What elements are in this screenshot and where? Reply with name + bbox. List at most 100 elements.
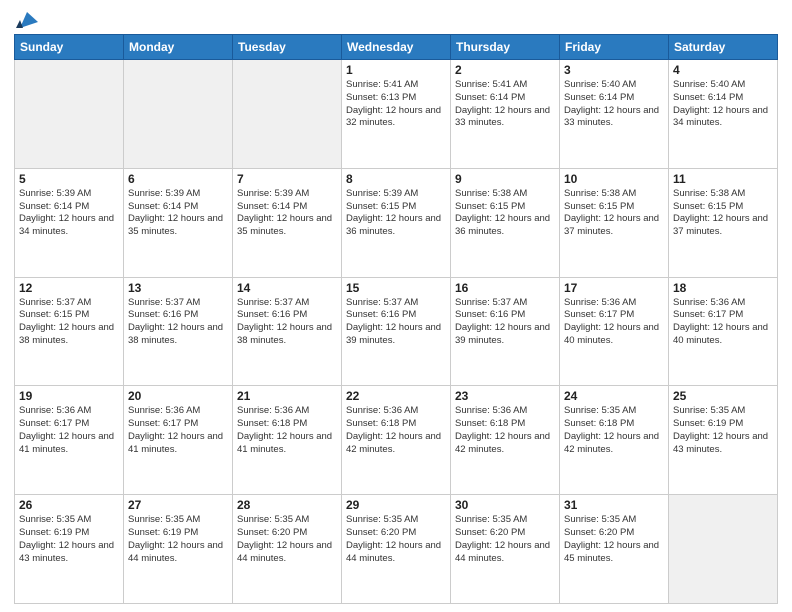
day-info: Sunrise: 5:41 AM Sunset: 6:14 PM Dayligh… [455, 79, 555, 130]
day-info: Sunrise: 5:38 AM Sunset: 6:15 PM Dayligh… [673, 188, 773, 239]
day-number: 26 [19, 498, 119, 512]
day-info: Sunrise: 5:39 AM Sunset: 6:14 PM Dayligh… [237, 188, 337, 239]
calendar-cell: 5 Sunrise: 5:39 AM Sunset: 6:14 PM Daylig… [15, 168, 124, 277]
calendar-cell: 30Sunrise: 5:35 AM Sunset: 6:20 PM Dayli… [451, 495, 560, 604]
weekday-header-monday: Monday [124, 35, 233, 60]
weekday-header-sunday: Sunday [15, 35, 124, 60]
day-number: 20 [128, 389, 228, 403]
day-info: Sunrise: 5:35 AM Sunset: 6:20 PM Dayligh… [237, 514, 337, 565]
day-number: 12 [19, 281, 119, 295]
calendar-cell: 6 Sunrise: 5:39 AM Sunset: 6:14 PM Daylig… [124, 168, 233, 277]
week-row-4: 26 Sunrise: 5:35 AM Sunset: 6:19 PM Dayli… [15, 495, 778, 604]
day-number: 19 [19, 389, 119, 403]
day-info: Sunrise: 5:39 AM Sunset: 6:14 PM Dayligh… [19, 188, 119, 239]
day-info: Sunrise: 5:39 AM Sunset: 6:14 PM Dayligh… [128, 188, 228, 239]
weekday-header-tuesday: Tuesday [233, 35, 342, 60]
day-number: 5 [19, 172, 119, 186]
calendar-cell: 3 Sunrise: 5:40 AM Sunset: 6:14 PM Daylig… [560, 60, 669, 169]
day-info: Sunrise: 5:39 AM Sunset: 6:15 PM Dayligh… [346, 188, 446, 239]
day-info: Sunrise: 5:36 AM Sunset: 6:18 PM Dayligh… [346, 405, 446, 456]
calendar-cell: 15 Sunrise: 5:37 AM Sunset: 6:16 PM Dayli… [342, 277, 451, 386]
day-info: Sunrise: 5:35 AM Sunset: 6:19 PM Dayligh… [128, 514, 228, 565]
day-number: 21 [237, 389, 337, 403]
day-number: 15 [346, 281, 446, 295]
day-info: Sunrise: 5:38 AM Sunset: 6:15 PM Dayligh… [564, 188, 664, 239]
day-number: 27 [128, 498, 228, 512]
day-info: Sunrise: 5:37 AM Sunset: 6:15 PM Dayligh… [19, 297, 119, 348]
day-info: Sunrise: 5:37 AM Sunset: 6:16 PM Dayligh… [237, 297, 337, 348]
day-number: 6 [128, 172, 228, 186]
calendar-cell: 14 Sunrise: 5:37 AM Sunset: 6:16 PM Dayli… [233, 277, 342, 386]
calendar-cell [233, 60, 342, 169]
day-info: Sunrise: 5:35 AM Sunset: 6:19 PM Dayligh… [673, 405, 773, 456]
day-number: 22 [346, 389, 446, 403]
calendar-cell: 10 Sunrise: 5:38 AM Sunset: 6:15 PM Dayli… [560, 168, 669, 277]
day-info: Sunrise: 5:37 AM Sunset: 6:16 PM Dayligh… [128, 297, 228, 348]
calendar-cell: 23 Sunrise: 5:36 AM Sunset: 6:18 PM Dayli… [451, 386, 560, 495]
logo-icon [16, 10, 38, 30]
calendar-table: SundayMondayTuesdayWednesdayThursdayFrid… [14, 34, 778, 604]
calendar-cell: 16Sunrise: 5:37 AM Sunset: 6:16 PM Dayli… [451, 277, 560, 386]
day-number: 1 [346, 63, 446, 77]
day-info: Sunrise: 5:38 AM Sunset: 6:15 PM Dayligh… [455, 188, 555, 239]
day-info: Sunrise: 5:35 AM Sunset: 6:20 PM Dayligh… [564, 514, 664, 565]
day-number: 29 [346, 498, 446, 512]
day-number: 18 [673, 281, 773, 295]
calendar-cell: 1 Sunrise: 5:41 AM Sunset: 6:13 PM Daylig… [342, 60, 451, 169]
day-number: 11 [673, 172, 773, 186]
day-info: Sunrise: 5:36 AM Sunset: 6:18 PM Dayligh… [455, 405, 555, 456]
day-info: Sunrise: 5:36 AM Sunset: 6:17 PM Dayligh… [128, 405, 228, 456]
calendar-cell: 29 Sunrise: 5:35 AM Sunset: 6:20 PM Dayli… [342, 495, 451, 604]
day-number: 17 [564, 281, 664, 295]
weekday-header-wednesday: Wednesday [342, 35, 451, 60]
week-row-3: 19 Sunrise: 5:36 AM Sunset: 6:17 PM Dayli… [15, 386, 778, 495]
day-number: 31 [564, 498, 664, 512]
calendar-cell: 8 Sunrise: 5:39 AM Sunset: 6:15 PM Daylig… [342, 168, 451, 277]
logo [14, 10, 38, 28]
calendar-cell [15, 60, 124, 169]
calendar-cell: 4 Sunrise: 5:40 AM Sunset: 6:14 PM Daylig… [669, 60, 778, 169]
day-number: 23 [455, 389, 555, 403]
calendar-cell: 22 Sunrise: 5:36 AM Sunset: 6:18 PM Dayli… [342, 386, 451, 495]
day-number: 14 [237, 281, 337, 295]
day-info: Sunrise: 5:40 AM Sunset: 6:14 PM Dayligh… [673, 79, 773, 130]
day-info: Sunrise: 5:35 AM Sunset: 6:20 PM Dayligh… [346, 514, 446, 565]
day-info: Sunrise: 5:36 AM Sunset: 6:17 PM Dayligh… [564, 297, 664, 348]
week-row-2: 12 Sunrise: 5:37 AM Sunset: 6:15 PM Dayli… [15, 277, 778, 386]
day-info: Sunrise: 5:35 AM Sunset: 6:18 PM Dayligh… [564, 405, 664, 456]
day-number: 28 [237, 498, 337, 512]
calendar-cell: 9Sunrise: 5:38 AM Sunset: 6:15 PM Daylig… [451, 168, 560, 277]
day-number: 7 [237, 172, 337, 186]
calendar-cell: 11 Sunrise: 5:38 AM Sunset: 6:15 PM Dayli… [669, 168, 778, 277]
calendar-cell [669, 495, 778, 604]
calendar-cell: 18 Sunrise: 5:36 AM Sunset: 6:17 PM Dayli… [669, 277, 778, 386]
calendar-cell: 27 Sunrise: 5:35 AM Sunset: 6:19 PM Dayli… [124, 495, 233, 604]
calendar-cell: 26Sunrise: 5:35 AM Sunset: 6:19 PM Dayli… [15, 495, 124, 604]
weekday-header-saturday: Saturday [669, 35, 778, 60]
day-number: 8 [346, 172, 446, 186]
day-number: 2 [455, 63, 555, 77]
day-info: Sunrise: 5:41 AM Sunset: 6:13 PM Dayligh… [346, 79, 446, 130]
calendar-cell: 20 Sunrise: 5:36 AM Sunset: 6:17 PM Dayli… [124, 386, 233, 495]
day-info: Sunrise: 5:36 AM Sunset: 6:18 PM Dayligh… [237, 405, 337, 456]
day-number: 4 [673, 63, 773, 77]
day-info: Sunrise: 5:36 AM Sunset: 6:17 PM Dayligh… [19, 405, 119, 456]
day-number: 13 [128, 281, 228, 295]
day-number: 3 [564, 63, 664, 77]
day-info: Sunrise: 5:36 AM Sunset: 6:17 PM Dayligh… [673, 297, 773, 348]
week-row-1: 5 Sunrise: 5:39 AM Sunset: 6:14 PM Daylig… [15, 168, 778, 277]
calendar-cell: 25Sunrise: 5:35 AM Sunset: 6:19 PM Dayli… [669, 386, 778, 495]
calendar-cell: 19 Sunrise: 5:36 AM Sunset: 6:17 PM Dayli… [15, 386, 124, 495]
week-row-0: 1 Sunrise: 5:41 AM Sunset: 6:13 PM Daylig… [15, 60, 778, 169]
day-number: 10 [564, 172, 664, 186]
day-info: Sunrise: 5:37 AM Sunset: 6:16 PM Dayligh… [346, 297, 446, 348]
page: SundayMondayTuesdayWednesdayThursdayFrid… [0, 0, 792, 612]
day-number: 30 [455, 498, 555, 512]
weekday-header-friday: Friday [560, 35, 669, 60]
weekday-header-thursday: Thursday [451, 35, 560, 60]
calendar-cell: 28 Sunrise: 5:35 AM Sunset: 6:20 PM Dayli… [233, 495, 342, 604]
calendar-cell: 13 Sunrise: 5:37 AM Sunset: 6:16 PM Dayli… [124, 277, 233, 386]
calendar-cell [124, 60, 233, 169]
calendar-cell: 2 Sunrise: 5:41 AM Sunset: 6:14 PM Daylig… [451, 60, 560, 169]
day-info: Sunrise: 5:40 AM Sunset: 6:14 PM Dayligh… [564, 79, 664, 130]
